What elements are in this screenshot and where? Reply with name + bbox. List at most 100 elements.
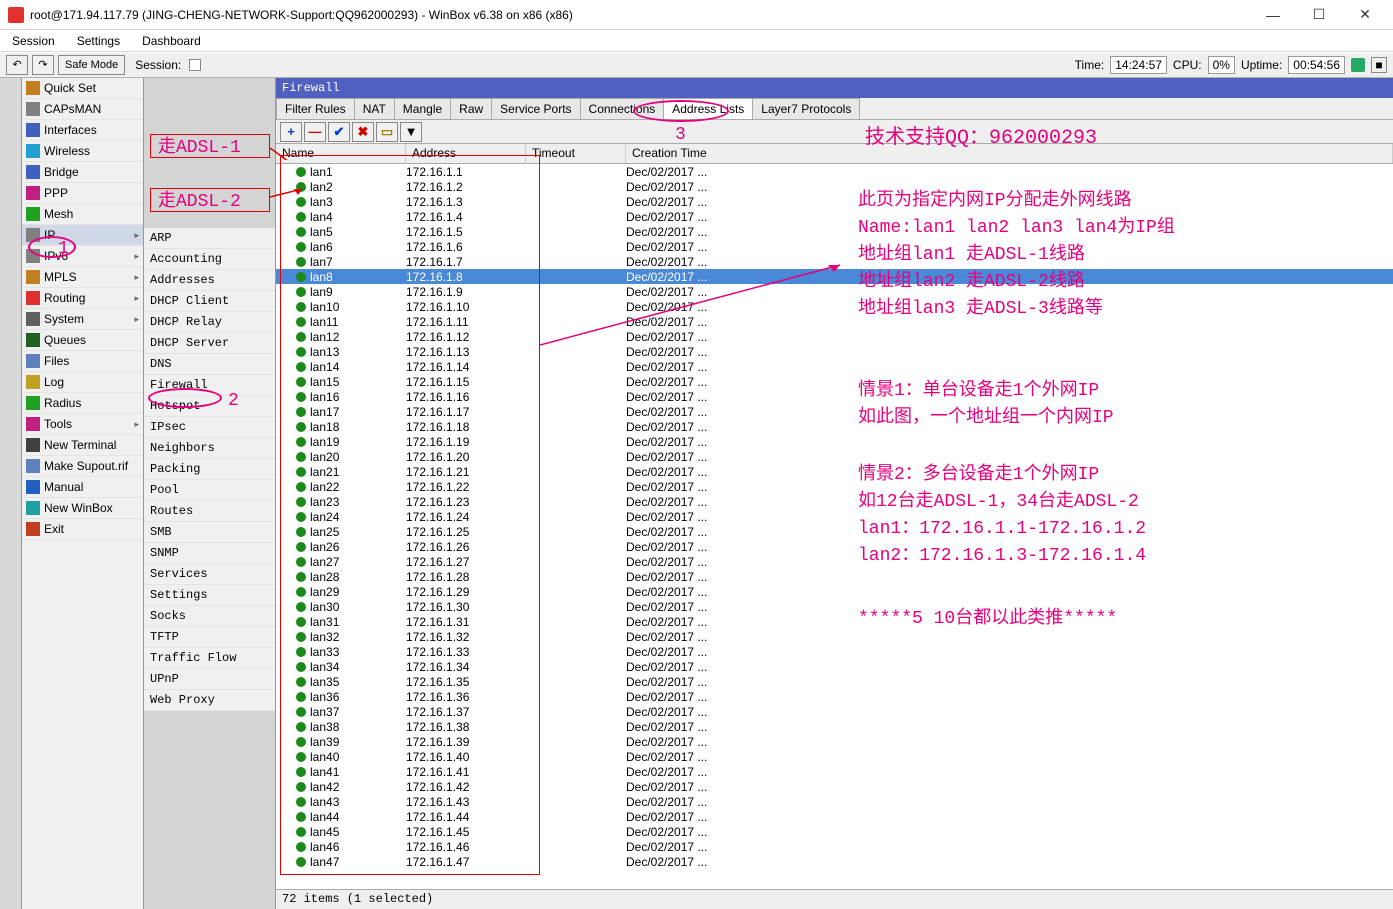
submenu-item-tftp[interactable]: TFTP xyxy=(144,627,275,648)
table-row[interactable]: lan6172.16.1.6Dec/02/2017 ... xyxy=(276,239,1393,254)
table-row[interactable]: lan26172.16.1.26Dec/02/2017 ... xyxy=(276,539,1393,554)
comment-button[interactable]: ▭ xyxy=(376,122,398,142)
col-address[interactable]: Address xyxy=(406,144,526,163)
sidebar-item-routing[interactable]: Routing▸ xyxy=(22,288,143,309)
enable-button[interactable]: ✔ xyxy=(328,122,350,142)
table-row[interactable]: lan30172.16.1.30Dec/02/2017 ... xyxy=(276,599,1393,614)
table-row[interactable]: lan25172.16.1.25Dec/02/2017 ... xyxy=(276,524,1393,539)
table-row[interactable]: lan7172.16.1.7Dec/02/2017 ... xyxy=(276,254,1393,269)
menu-dashboard[interactable]: Dashboard xyxy=(138,32,205,49)
tab-service-ports[interactable]: Service Ports xyxy=(491,98,580,119)
remove-button[interactable]: — xyxy=(304,122,326,142)
table-row[interactable]: lan33172.16.1.33Dec/02/2017 ... xyxy=(276,644,1393,659)
sidebar-item-bridge[interactable]: Bridge xyxy=(22,162,143,183)
sidebar-item-log[interactable]: Log xyxy=(22,372,143,393)
table-row[interactable]: lan16172.16.1.16Dec/02/2017 ... xyxy=(276,389,1393,404)
table-row[interactable]: lan40172.16.1.40Dec/02/2017 ... xyxy=(276,749,1393,764)
table-row[interactable]: lan31172.16.1.31Dec/02/2017 ... xyxy=(276,614,1393,629)
table-row[interactable]: lan38172.16.1.38Dec/02/2017 ... xyxy=(276,719,1393,734)
table-row[interactable]: lan28172.16.1.28Dec/02/2017 ... xyxy=(276,569,1393,584)
tab-mangle[interactable]: Mangle xyxy=(394,98,451,119)
submenu-item-dhcp-server[interactable]: DHCP Server xyxy=(144,333,275,354)
table-row[interactable]: lan34172.16.1.34Dec/02/2017 ... xyxy=(276,659,1393,674)
table-row[interactable]: lan3172.16.1.3Dec/02/2017 ... xyxy=(276,194,1393,209)
table-row[interactable]: lan20172.16.1.20Dec/02/2017 ... xyxy=(276,449,1393,464)
menu-settings[interactable]: Settings xyxy=(73,32,124,49)
table-row[interactable]: lan47172.16.1.47Dec/02/2017 ... xyxy=(276,854,1393,869)
table-row[interactable]: lan12172.16.1.12Dec/02/2017 ... xyxy=(276,329,1393,344)
sidebar-item-manual[interactable]: Manual xyxy=(22,477,143,498)
sidebar-item-capsman[interactable]: CAPsMAN xyxy=(22,99,143,120)
sidebar-item-exit[interactable]: Exit xyxy=(22,519,143,540)
close-button[interactable]: ✕ xyxy=(1351,6,1379,23)
table-row[interactable]: lan15172.16.1.15Dec/02/2017 ... xyxy=(276,374,1393,389)
tab-nat[interactable]: NAT xyxy=(354,98,395,119)
table-row[interactable]: lan32172.16.1.32Dec/02/2017 ... xyxy=(276,629,1393,644)
table-row[interactable]: lan13172.16.1.13Dec/02/2017 ... xyxy=(276,344,1393,359)
table-row[interactable]: lan5172.16.1.5Dec/02/2017 ... xyxy=(276,224,1393,239)
table-row[interactable]: lan14172.16.1.14Dec/02/2017 ... xyxy=(276,359,1393,374)
table-row[interactable]: lan17172.16.1.17Dec/02/2017 ... xyxy=(276,404,1393,419)
table-row[interactable]: lan29172.16.1.29Dec/02/2017 ... xyxy=(276,584,1393,599)
redo-button[interactable]: ↷ xyxy=(32,55,54,75)
sidebar-item-quick-set[interactable]: Quick Set xyxy=(22,78,143,99)
submenu-item-upnp[interactable]: UPnP xyxy=(144,669,275,690)
table-row[interactable]: lan22172.16.1.22Dec/02/2017 ... xyxy=(276,479,1393,494)
sidebar-item-interfaces[interactable]: Interfaces xyxy=(22,120,143,141)
table-row[interactable]: lan24172.16.1.24Dec/02/2017 ... xyxy=(276,509,1393,524)
table-row[interactable]: lan35172.16.1.35Dec/02/2017 ... xyxy=(276,674,1393,689)
tab-connections[interactable]: Connections xyxy=(580,98,665,119)
hide-button[interactable]: ■ xyxy=(1371,57,1387,73)
submenu-item-web-proxy[interactable]: Web Proxy xyxy=(144,690,275,711)
table-row[interactable]: lan10172.16.1.10Dec/02/2017 ... xyxy=(276,299,1393,314)
col-name[interactable]: Name xyxy=(276,144,406,163)
table-row[interactable]: lan44172.16.1.44Dec/02/2017 ... xyxy=(276,809,1393,824)
table-row[interactable]: lan1172.16.1.1Dec/02/2017 ... xyxy=(276,164,1393,179)
firewall-title[interactable]: Firewall xyxy=(276,78,1393,98)
table-row[interactable]: lan37172.16.1.37Dec/02/2017 ... xyxy=(276,704,1393,719)
table-row[interactable]: lan42172.16.1.42Dec/02/2017 ... xyxy=(276,779,1393,794)
table-row[interactable]: lan4172.16.1.4Dec/02/2017 ... xyxy=(276,209,1393,224)
submenu-item-accounting[interactable]: Accounting xyxy=(144,249,275,270)
table-row[interactable]: lan8172.16.1.8Dec/02/2017 ... xyxy=(276,269,1393,284)
table-row[interactable]: lan46172.16.1.46Dec/02/2017 ... xyxy=(276,839,1393,854)
sidebar-item-radius[interactable]: Radius xyxy=(22,393,143,414)
table-row[interactable]: lan21172.16.1.21Dec/02/2017 ... xyxy=(276,464,1393,479)
table-row[interactable]: lan9172.16.1.9Dec/02/2017 ... xyxy=(276,284,1393,299)
sidebar-item-tools[interactable]: Tools▸ xyxy=(22,414,143,435)
sidebar-item-mpls[interactable]: MPLS▸ xyxy=(22,267,143,288)
table-row[interactable]: lan18172.16.1.18Dec/02/2017 ... xyxy=(276,419,1393,434)
submenu-item-firewall[interactable]: Firewall xyxy=(144,375,275,396)
sidebar-item-new-terminal[interactable]: New Terminal xyxy=(22,435,143,456)
table-row[interactable]: lan11172.16.1.11Dec/02/2017 ... xyxy=(276,314,1393,329)
table-row[interactable]: lan23172.16.1.23Dec/02/2017 ... xyxy=(276,494,1393,509)
sidebar-item-wireless[interactable]: Wireless xyxy=(22,141,143,162)
disable-button[interactable]: ✖ xyxy=(352,122,374,142)
submenu-item-addresses[interactable]: Addresses xyxy=(144,270,275,291)
table-row[interactable]: lan19172.16.1.19Dec/02/2017 ... xyxy=(276,434,1393,449)
sidebar-item-new-winbox[interactable]: New WinBox xyxy=(22,498,143,519)
session-checkbox[interactable] xyxy=(189,59,201,71)
sidebar-item-system[interactable]: System▸ xyxy=(22,309,143,330)
submenu-item-pool[interactable]: Pool xyxy=(144,480,275,501)
sidebar-item-ppp[interactable]: PPP xyxy=(22,183,143,204)
submenu-item-routes[interactable]: Routes xyxy=(144,501,275,522)
submenu-item-traffic-flow[interactable]: Traffic Flow xyxy=(144,648,275,669)
table-row[interactable]: lan27172.16.1.27Dec/02/2017 ... xyxy=(276,554,1393,569)
table-row[interactable]: lan41172.16.1.41Dec/02/2017 ... xyxy=(276,764,1393,779)
sidebar-item-queues[interactable]: Queues xyxy=(22,330,143,351)
sidebar-item-ipv6[interactable]: IPv6▸ xyxy=(22,246,143,267)
filter-button[interactable]: ▼ xyxy=(400,122,422,142)
submenu-item-dhcp-relay[interactable]: DHCP Relay xyxy=(144,312,275,333)
table-row[interactable]: lan45172.16.1.45Dec/02/2017 ... xyxy=(276,824,1393,839)
submenu-item-packing[interactable]: Packing xyxy=(144,459,275,480)
sidebar-item-ip[interactable]: IP▸ xyxy=(22,225,143,246)
sidebar-item-make-supout.rif[interactable]: Make Supout.rif xyxy=(22,456,143,477)
submenu-item-arp[interactable]: ARP xyxy=(144,228,275,249)
maximize-button[interactable]: ☐ xyxy=(1305,6,1333,23)
vertical-tab[interactable]: RouterOS WinBox xyxy=(0,78,22,909)
submenu-item-hotspot[interactable]: Hotspot xyxy=(144,396,275,417)
table-row[interactable]: lan43172.16.1.43Dec/02/2017 ... xyxy=(276,794,1393,809)
submenu-item-neighbors[interactable]: Neighbors xyxy=(144,438,275,459)
submenu-item-dhcp-client[interactable]: DHCP Client xyxy=(144,291,275,312)
